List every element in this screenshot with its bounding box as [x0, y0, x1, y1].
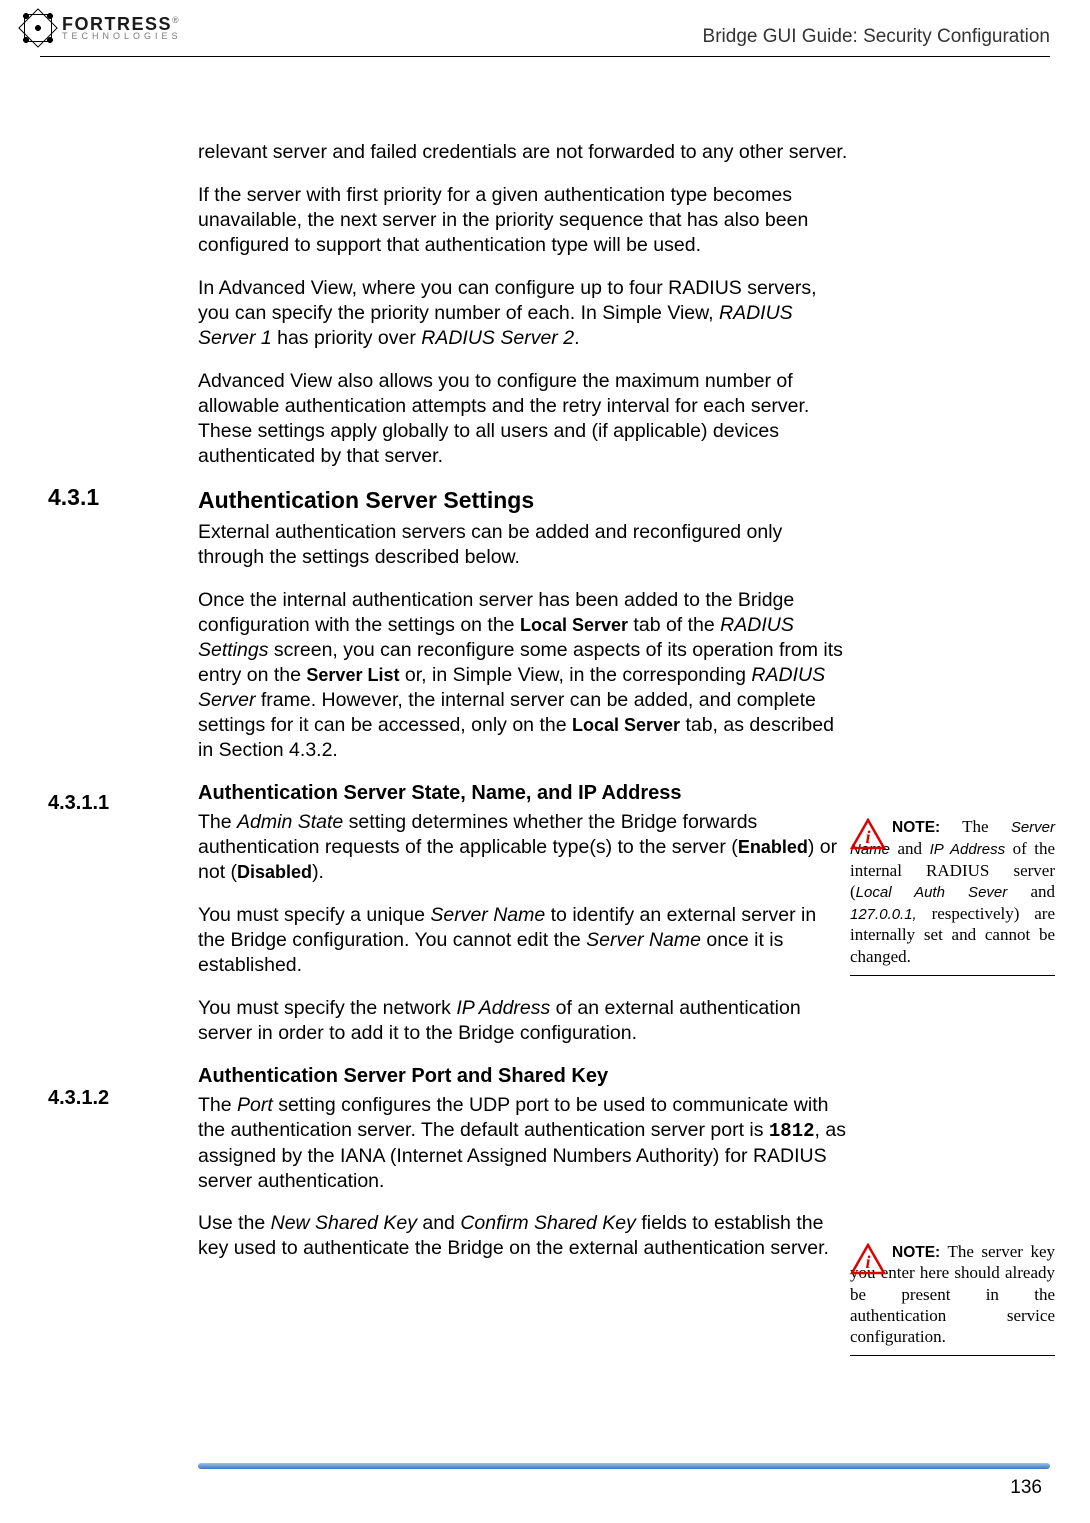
text-span: ).	[312, 861, 324, 883]
text-span: Disabled	[237, 862, 312, 882]
text-span: Server Name	[586, 929, 701, 951]
note-label: NOTE:	[892, 819, 940, 836]
text-span: Port	[237, 1094, 273, 1116]
text-span: Enabled	[738, 837, 808, 857]
section-number-4-3-1-2: 4.3.1.2	[48, 1087, 109, 1110]
text-span: Use the	[198, 1212, 271, 1234]
side-note-1: i NOTE: The Server Name and IP Ad­dress …	[850, 816, 1055, 976]
text-span: Admin State	[237, 811, 343, 833]
text-span: The	[198, 1094, 237, 1116]
body-column: relevant server and failed credentials a…	[198, 140, 848, 1261]
logo-text: FORTRESS® TECHNOLOGIES	[62, 16, 182, 40]
section-number-4-3-1: 4.3.1	[48, 484, 99, 511]
text-span: Local Auth Sever	[856, 884, 1008, 901]
info-triangle-icon: i	[850, 1243, 886, 1275]
paragraph: Advanced View also allows you to configu…	[198, 369, 848, 469]
page-header: FORTRESS® TECHNOLOGIES Bridge GUI Guide:…	[0, 0, 1090, 56]
text-span: has priority over	[272, 327, 422, 349]
text-span: New Shared Key	[271, 1212, 417, 1234]
logo: FORTRESS® TECHNOLOGIES	[20, 10, 182, 46]
text-span: Server Name	[430, 904, 545, 926]
text-span: The	[198, 811, 237, 833]
text-span: or, in Simple View, in the corresponding	[399, 664, 751, 686]
note-divider	[850, 975, 1055, 976]
paragraph: In Advanced View, where you can configur…	[198, 276, 848, 351]
heading-4-3-1-2: Authentication Server Port and Shared Ke…	[198, 1064, 848, 1090]
section-number-4-3-1-1: 4.3.1.1	[48, 792, 109, 815]
text-span: IP Address	[456, 997, 550, 1019]
paragraph: The Port setting configures the UDP port…	[198, 1093, 848, 1193]
paragraph: External authentication servers can be a…	[198, 520, 848, 570]
text-span: and	[890, 839, 930, 858]
text-span: .	[574, 327, 579, 349]
text-span: Confirm Shared Key	[460, 1212, 636, 1234]
paragraph: Once the internal authentication server …	[198, 588, 848, 763]
logo-line1: FORTRESS®	[62, 16, 182, 32]
text-span: and	[1007, 882, 1055, 901]
text-span: Server List	[306, 665, 399, 685]
paragraph: You must specify a unique Server Name to…	[198, 903, 848, 978]
text-span: setting configures the UDP port to be us…	[198, 1094, 828, 1141]
paragraph: relevant server and failed credentials a…	[198, 140, 848, 165]
footer-rule	[198, 1463, 1050, 1469]
svg-text:i: i	[865, 1252, 870, 1272]
text-span: 1812	[769, 1120, 815, 1142]
heading-4-3-1-1: Authentication Server State, Name, and I…	[198, 781, 848, 807]
text-span: IP Ad­dress	[930, 841, 1006, 858]
text-span: Local Server	[520, 615, 628, 635]
paragraph: You must specify the network IP Address …	[198, 996, 848, 1046]
page-number: 136	[1010, 1477, 1042, 1499]
svg-text:i: i	[865, 827, 870, 847]
main-content: 4.3.1 4.3.1.1 4.3.1.2 relevant server an…	[0, 56, 1090, 1261]
text-span: You must specify the network	[198, 997, 456, 1019]
logo-line2: TECHNOLOGIES	[62, 32, 182, 40]
text-span: and	[417, 1212, 460, 1234]
info-triangle-icon: i	[850, 818, 886, 850]
text-span: You must specify a unique	[198, 904, 430, 926]
paragraph: Use the New Shared Key and Confirm Share…	[198, 1211, 848, 1261]
fortress-logo-icon	[20, 10, 56, 46]
text-span: tab of the	[628, 614, 720, 636]
text-span: RADIUS Server 2	[421, 327, 574, 349]
document-title: Bridge GUI Guide: Security Configuration	[703, 26, 1050, 48]
side-note-2: i NOTE: The server key you enter here sh…	[850, 1241, 1055, 1356]
text-span: Local Server	[572, 715, 680, 735]
paragraph: If the server with first priority for a …	[198, 183, 848, 258]
text-span: The	[940, 817, 1011, 836]
paragraph: The Admin State setting determines wheth…	[198, 810, 848, 885]
text-span: 127.0.0.1,	[850, 906, 917, 923]
note-label: NOTE:	[892, 1244, 940, 1261]
note-divider	[850, 1355, 1055, 1356]
heading-4-3-1: Authentication Server Settings	[198, 486, 848, 515]
logo-trademark: ®	[172, 15, 180, 25]
